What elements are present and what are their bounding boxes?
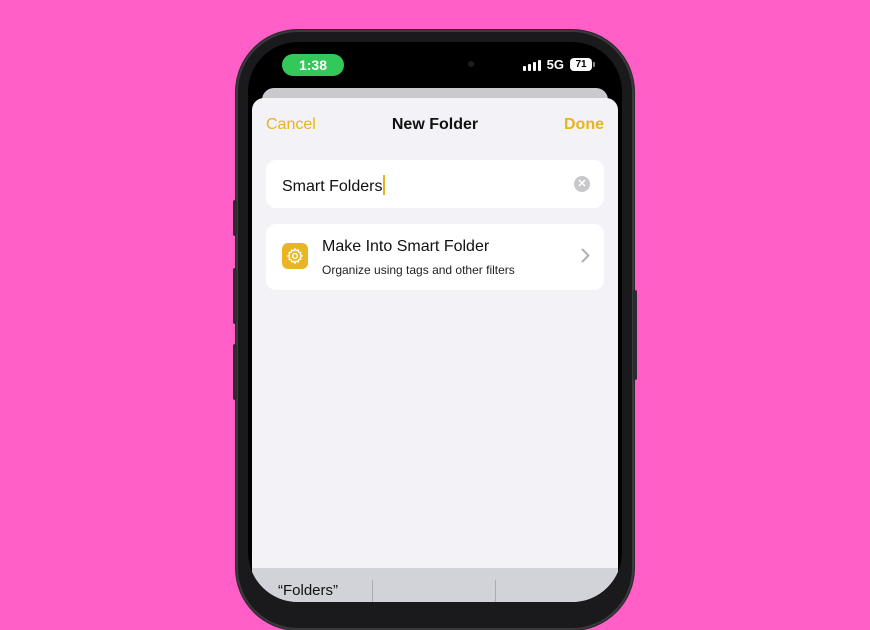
network-type: 5G (546, 57, 564, 72)
smart-folder-title: Make Into Smart Folder (322, 238, 490, 255)
folder-name-field[interactable]: Smart Folders ✕ (266, 160, 604, 208)
smart-folder-subtitle: Organize using tags and other filters (322, 263, 515, 277)
phone-screen: 1:38 5G 71 Cancel New Folder Done Smart … (248, 42, 622, 602)
status-indicators: 5G 71 (522, 57, 595, 72)
suggestion-divider (372, 580, 373, 602)
text-caret (383, 175, 386, 195)
dynamic-island (382, 50, 488, 78)
status-time[interactable]: 1:38 (282, 54, 344, 76)
suggestion-divider (495, 580, 496, 602)
folder-name-value: Smart Folders (282, 178, 383, 195)
clear-icon[interactable]: ✕ (574, 176, 590, 192)
suggestion-item[interactable]: “Folders” (278, 582, 338, 599)
done-button[interactable]: Done (564, 116, 604, 134)
keyboard-suggestion-bar: “Folders” (252, 568, 618, 602)
action-button (233, 200, 237, 236)
volume-down-button (233, 344, 237, 400)
make-smart-folder-row[interactable]: Make Into Smart Folder Organize using ta… (266, 224, 604, 290)
signal-icon (522, 59, 541, 71)
battery-level: 71 (575, 59, 587, 70)
power-button (633, 290, 637, 380)
folder-name-input[interactable]: Smart Folders (282, 175, 386, 196)
gear-icon (282, 243, 308, 269)
camera-dot (468, 61, 474, 67)
volume-up-button (233, 268, 237, 324)
chevron-right-icon (581, 248, 590, 263)
new-folder-sheet: Cancel New Folder Done Smart Folders ✕ M… (252, 98, 618, 602)
battery-icon: 71 (570, 58, 595, 71)
